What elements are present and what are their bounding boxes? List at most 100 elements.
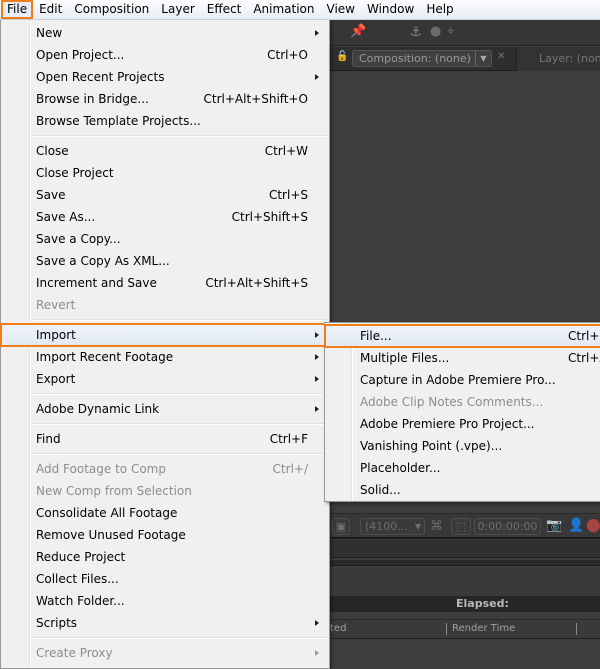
menu-item-label: Save As... [36, 210, 96, 224]
menu-item-add-footage-to-comp: Add Footage to Comp Ctrl+/ [3, 458, 327, 480]
menu-item-close[interactable]: Close Ctrl+W [3, 140, 327, 162]
menu-item-label: Adobe Clip Notes Comments... [360, 395, 544, 409]
menubar: File Edit Composition Layer Effect Anima… [0, 0, 600, 20]
menu-separator [32, 637, 327, 639]
timeline-strip [330, 540, 600, 558]
menu-edit[interactable]: Edit [33, 0, 68, 19]
camera-icon[interactable]: 📷 [546, 518, 562, 533]
menu-item-adobe-premiere-pro-project[interactable]: Adobe Premiere Pro Project... [327, 413, 600, 435]
menu-separator [32, 423, 327, 425]
anchor-icon[interactable]: ⚓ [410, 25, 422, 40]
menu-item-label: Export [36, 372, 76, 386]
menu-animation[interactable]: Animation [247, 0, 320, 19]
menu-item-open-project[interactable]: Open Project... Ctrl+O [3, 44, 327, 66]
menu-item-find[interactable]: Find Ctrl+F [3, 428, 327, 450]
menu-item-label: Placeholder... [360, 461, 441, 475]
menu-item-consolidate-all-footage[interactable]: Consolidate All Footage [3, 502, 327, 524]
menu-item-label: Increment and Save [36, 276, 157, 290]
menu-item-new[interactable]: New [3, 22, 327, 44]
menu-window[interactable]: Window [361, 0, 420, 19]
color-channels-icon[interactable]: ⬤ [586, 518, 600, 533]
sphere-icon[interactable]: ● [430, 24, 441, 39]
menu-item-vanishing-point-vpe[interactable]: Vanishing Point (.vpe)... [327, 435, 600, 457]
menu-item-import[interactable]: Import [0, 323, 331, 347]
menu-item-reduce-project[interactable]: Reduce Project [3, 546, 327, 568]
chevron-down-icon[interactable]: ▼ [475, 51, 491, 66]
menu-item-remove-unused-footage[interactable]: Remove Unused Footage [3, 524, 327, 546]
magnification-value: (4100... [365, 520, 408, 533]
menu-effect[interactable]: Effect [201, 0, 248, 19]
menu-item-placeholder[interactable]: Placeholder... [327, 457, 600, 479]
menu-item-label: Browse Template Projects... [36, 114, 201, 128]
shortcut-label: Ctrl+F [269, 432, 308, 446]
menu-item-save[interactable]: Save Ctrl+S [3, 184, 327, 206]
menu-item-label: Save a Copy As XML... [36, 254, 170, 268]
menu-item-label: Add Footage to Comp [36, 462, 166, 476]
close-icon[interactable]: ✕ [497, 51, 505, 62]
user-icon[interactable]: 👤 [568, 518, 584, 533]
shortcut-label: Ctrl+/ [272, 462, 308, 476]
grid-toggle-icon[interactable]: ▣ [332, 518, 350, 535]
layer-tab[interactable]: Layer: (none) [516, 47, 600, 71]
menu-item-save-a-copy-as-xml[interactable]: Save a Copy As XML... [3, 250, 327, 272]
column-separator[interactable] [576, 623, 577, 635]
timecode-value: 0:00:00:00 [477, 520, 538, 533]
menu-item-scripts[interactable]: Scripts [3, 612, 327, 634]
column-header-render-time[interactable]: Render Time [452, 620, 515, 638]
menu-item-increment-and-save[interactable]: Increment and Save Ctrl+Alt+Shift+S [3, 272, 327, 294]
transparency-grid-icon[interactable]: ⬚ [451, 518, 471, 535]
menu-item-label: Solid... [360, 483, 401, 497]
menu-item-export[interactable]: Export [3, 368, 327, 390]
lock-icon[interactable]: 🔓 [336, 51, 348, 65]
menu-item-browse-in-bridge[interactable]: Browse in Bridge... Ctrl+Alt+Shift+O [3, 88, 327, 110]
menu-item-open-recent-projects[interactable]: Open Recent Projects [3, 66, 327, 88]
menu-item-watch-folder[interactable]: Watch Folder... [3, 590, 327, 612]
menu-item-create-proxy: Create Proxy [3, 642, 327, 664]
menu-separator [32, 319, 327, 321]
menu-item-label: Remove Unused Footage [36, 528, 186, 542]
menu-item-label: Adobe Dynamic Link [36, 402, 160, 416]
chevron-down-icon: ▼ [414, 522, 421, 531]
menu-item-label: New [36, 26, 63, 40]
menu-item-solid[interactable]: Solid... [327, 479, 600, 501]
submenu-arrow-icon [315, 74, 319, 80]
column-header[interactable]: ted [330, 620, 346, 638]
menu-item-save-as[interactable]: Save As... Ctrl+Shift+S [3, 206, 327, 228]
composition-tab[interactable]: Composition: (none) ▼ [352, 50, 492, 67]
menu-composition[interactable]: Composition [68, 0, 155, 19]
submenu-arrow-icon [315, 620, 319, 626]
menu-item-save-a-copy[interactable]: Save a Copy... [3, 228, 327, 250]
column-separator[interactable] [446, 623, 447, 635]
menu-item-browse-template-projects[interactable]: Browse Template Projects... [3, 110, 327, 132]
menu-help[interactable]: Help [420, 0, 459, 19]
menu-view[interactable]: View [321, 0, 361, 19]
shortcut-label: Ctrl+Shift+S [231, 210, 308, 224]
menu-item-multiple-files[interactable]: Multiple Files... Ctrl+Alt+I [327, 347, 600, 369]
magnification-select[interactable]: (4100... ▼ [360, 518, 425, 535]
menu-item-label: Collect Files... [36, 572, 119, 586]
menu-layer[interactable]: Layer [155, 0, 200, 19]
pan-behind-icon[interactable]: ⌖ [447, 24, 454, 39]
render-queue-panel [330, 568, 600, 596]
shortcut-label: Ctrl+Alt+Shift+S [205, 276, 308, 290]
shortcut-label: Ctrl+I [568, 329, 600, 343]
shortcut-label: Ctrl+Alt+I [568, 351, 600, 365]
menu-item-import-recent-footage[interactable]: Import Recent Footage [3, 346, 327, 368]
menu-item-label: Import [36, 328, 76, 342]
menu-separator [32, 453, 327, 455]
timecode-field[interactable]: 0:00:00:00 [474, 518, 541, 535]
menu-item-label: Close [36, 144, 69, 158]
menu-item-close-project[interactable]: Close Project [3, 162, 327, 184]
viewer-tabs: 🔓 Composition: (none) ▼ ✕ Layer: (none) [330, 47, 600, 71]
menu-file[interactable]: File [1, 0, 34, 19]
menu-item-capture-in-adobe-premiere-pro[interactable]: Capture in Adobe Premiere Pro... [327, 369, 600, 391]
safe-zones-icon[interactable]: ⌘ [430, 519, 443, 534]
submenu-arrow-icon [315, 30, 319, 36]
pin-icon[interactable]: 📌 [350, 24, 366, 39]
menu-item-file[interactable]: File... Ctrl+I [324, 324, 600, 348]
menu-item-adobe-dynamic-link[interactable]: Adobe Dynamic Link [3, 398, 327, 420]
menu-item-label: Multiple Files... [360, 351, 450, 365]
menu-item-collect-files[interactable]: Collect Files... [3, 568, 327, 590]
menu-item-label: Save a Copy... [36, 232, 121, 246]
menu-item-label: Revert [36, 298, 76, 312]
